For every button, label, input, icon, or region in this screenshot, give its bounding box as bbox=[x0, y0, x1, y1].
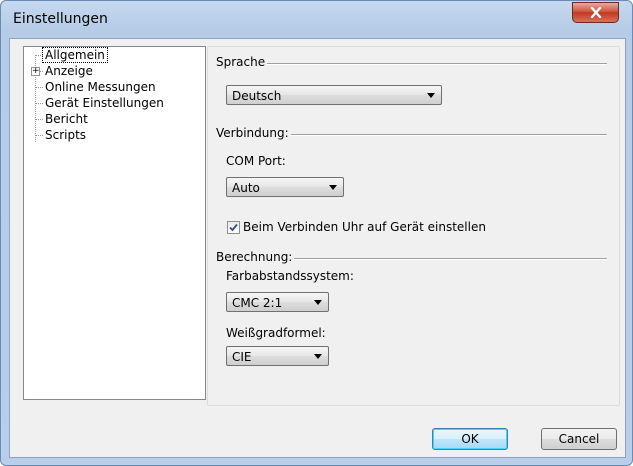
com-port-select-value: Auto bbox=[232, 181, 260, 195]
color-difference-label: Farbabstandssystem: bbox=[226, 269, 354, 283]
tree-item-geraet-einstellungen[interactable]: Gerät Einstellungen bbox=[43, 95, 166, 111]
com-port-select[interactable]: Auto bbox=[226, 177, 344, 197]
group-divider bbox=[292, 258, 607, 260]
close-button[interactable] bbox=[572, 2, 619, 23]
tree-item-online-messungen[interactable]: Online Messungen bbox=[43, 79, 158, 95]
tree-item-anzeige[interactable]: Anzeige bbox=[43, 63, 95, 79]
tree-item-label: Online Messungen bbox=[45, 80, 156, 94]
settings-dialog: Einstellungen + Allgemein Anzeige Online… bbox=[0, 0, 633, 466]
tree-item-scripts[interactable]: Scripts bbox=[43, 127, 88, 143]
whiteness-formula-select-value: CIE bbox=[232, 350, 252, 364]
tree-connector bbox=[35, 103, 43, 104]
group-label-sprache: Sprache bbox=[216, 55, 268, 69]
tree-connector bbox=[35, 135, 43, 136]
chevron-down-icon bbox=[427, 93, 435, 98]
group-divider bbox=[246, 63, 607, 65]
whiteness-formula-label: Weißgradformel: bbox=[226, 326, 326, 340]
language-select[interactable]: Deutsch bbox=[226, 85, 442, 105]
sync-clock-checkbox[interactable] bbox=[227, 221, 240, 234]
whiteness-formula-select[interactable]: CIE bbox=[226, 346, 329, 366]
window-title: Einstellungen bbox=[13, 11, 108, 27]
group-divider bbox=[288, 134, 607, 136]
sync-clock-label[interactable]: Beim Verbinden Uhr auf Gerät einstellen bbox=[243, 220, 486, 234]
cancel-button[interactable]: Cancel bbox=[541, 428, 617, 450]
checkmark-icon bbox=[229, 223, 238, 232]
tree-item-label: Bericht bbox=[45, 112, 88, 126]
color-difference-select-value: CMC 2:1 bbox=[232, 296, 283, 310]
tree-item-allgemein[interactable]: Allgemein bbox=[42, 47, 108, 63]
group-label-berechnung: Berechnung: bbox=[216, 250, 295, 264]
tree-item-label: Allgemein bbox=[42, 47, 108, 63]
chevron-down-icon bbox=[329, 185, 337, 190]
tree-item-bericht[interactable]: Bericht bbox=[43, 111, 90, 127]
settings-tree[interactable]: + Allgemein Anzeige Online Messungen Ger… bbox=[23, 46, 206, 400]
chevron-down-icon bbox=[314, 300, 322, 305]
dialog-client-area: + Allgemein Anzeige Online Messungen Ger… bbox=[9, 38, 626, 458]
group-label-verbindung: Verbindung: bbox=[216, 126, 291, 140]
language-select-value: Deutsch bbox=[232, 89, 282, 103]
chevron-down-icon bbox=[314, 354, 322, 359]
color-difference-select[interactable]: CMC 2:1 bbox=[226, 292, 329, 312]
ok-button[interactable]: OK bbox=[432, 428, 508, 450]
tree-item-label: Anzeige bbox=[45, 64, 93, 78]
close-icon bbox=[590, 7, 601, 18]
tree-item-label: Scripts bbox=[45, 128, 87, 142]
settings-panel: Sprache Deutsch Verbindung: COM Port: Au… bbox=[207, 46, 620, 406]
tree-item-label: Gerät Einstellungen bbox=[45, 96, 164, 110]
tree-connector bbox=[35, 119, 43, 120]
expand-icon[interactable]: + bbox=[31, 67, 40, 76]
tree-connector bbox=[35, 87, 43, 88]
tree-connector bbox=[35, 55, 43, 56]
com-port-label: COM Port: bbox=[226, 154, 286, 168]
title-bar[interactable]: Einstellungen bbox=[1, 1, 632, 37]
